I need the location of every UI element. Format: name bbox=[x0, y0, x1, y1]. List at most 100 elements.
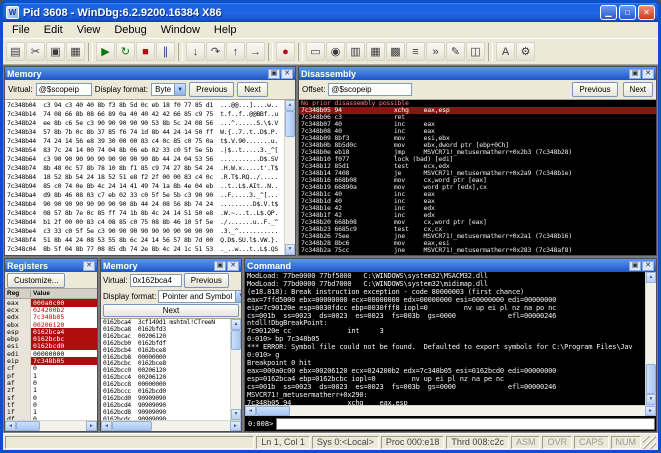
memory-window-2-titlebar[interactable]: Memory ▣ ✕ bbox=[101, 259, 241, 272]
command-window-close-button[interactable]: ✕ bbox=[642, 260, 654, 271]
run-to-cursor-icon[interactable]: → bbox=[246, 42, 265, 61]
scroll-down-icon[interactable]: ▼ bbox=[231, 409, 241, 420]
menu-item[interactable]: Help bbox=[207, 23, 244, 37]
command-window-icon[interactable]: ▭ bbox=[306, 42, 325, 61]
memory-line[interactable]: 7c348be4 c3 33 c0 5f 5e c3 90 90 90 90 9… bbox=[7, 227, 284, 236]
scrollbar-thumb[interactable] bbox=[256, 406, 290, 416]
paste-icon[interactable]: ▦ bbox=[66, 42, 85, 61]
call-stack-window-icon[interactable]: ≡ bbox=[406, 42, 425, 61]
copy-icon[interactable]: ▣ bbox=[46, 42, 65, 61]
command-window-dock-button[interactable]: ▣ bbox=[629, 260, 641, 271]
next-button[interactable]: Next bbox=[622, 82, 653, 97]
scroll-left-icon[interactable]: ◄ bbox=[5, 421, 16, 431]
watch-window-icon[interactable]: ◉ bbox=[326, 42, 345, 61]
memory-line[interactable]: 7c348b44 74 24 14 56 e8 39 30 00 00 83 c… bbox=[7, 137, 284, 146]
memory-line[interactable]: 7c348b24 ee 8b c6 5e c3 90 90 90 90 90 5… bbox=[7, 119, 284, 128]
virtual-address-input[interactable] bbox=[35, 83, 92, 96]
scroll-up-icon[interactable]: ▲ bbox=[646, 272, 656, 283]
options-icon[interactable]: ⚙ bbox=[516, 42, 535, 61]
stop-debugging-icon[interactable]: ■ bbox=[136, 42, 155, 61]
disassembly-line[interactable]: 7c348b2a 75cc jne MSVCR71!_metusermather… bbox=[299, 247, 656, 254]
menu-item[interactable]: File bbox=[5, 23, 37, 37]
minimize-button[interactable]: ▁ bbox=[600, 5, 617, 20]
customize-button[interactable]: Customize... bbox=[7, 272, 66, 288]
open-source-file-icon[interactable]: ▤ bbox=[6, 42, 25, 61]
memory-line[interactable]: 7c348c04 8b 5f 04 8b 77 08 85 db 74 2e 8… bbox=[7, 245, 284, 254]
command-input[interactable] bbox=[276, 417, 655, 430]
restart-icon[interactable]: ↻ bbox=[116, 42, 135, 61]
menu-item[interactable]: Edit bbox=[37, 23, 70, 37]
scrollbar-thumb[interactable] bbox=[646, 364, 656, 394]
go-icon[interactable]: ▶ bbox=[96, 42, 115, 61]
memory-line[interactable]: 7c348b14 74 08 66 8b 08 66 89 0a 40 40 4… bbox=[7, 110, 284, 119]
memory-line[interactable]: 7c348b74 8b 48 0c 57 8b 78 10 8b f1 85 c… bbox=[7, 164, 284, 173]
font-icon[interactable]: A bbox=[496, 42, 515, 61]
menu-item[interactable]: Debug bbox=[107, 23, 153, 37]
horizontal-scrollbar[interactable]: ◄ ► bbox=[245, 405, 656, 416]
cut-icon[interactable]: ✂ bbox=[26, 42, 45, 61]
next-button[interactable]: Next bbox=[103, 304, 239, 317]
memory-window-1-dock-button[interactable]: ▣ bbox=[268, 68, 280, 79]
memory-line[interactable]: 7c348b54 83 7c 24 14 00 74 04 8b 06 eb 0… bbox=[7, 146, 284, 155]
menu-item[interactable]: View bbox=[70, 23, 108, 37]
resize-grip[interactable] bbox=[643, 435, 656, 449]
memory-line[interactable]: 7c348b04 c3 94 c3 40 40 8b f3 8b 5d 0c e… bbox=[7, 101, 284, 110]
command-window-titlebar[interactable]: Command ▣ ✕ bbox=[245, 259, 656, 272]
memory-line[interactable]: 7c348bb4 90 90 90 90 90 90 90 90 8b 44 2… bbox=[7, 200, 284, 209]
registers-window-icon[interactable]: ▦ bbox=[366, 42, 385, 61]
previous-button[interactable]: Previous bbox=[189, 82, 235, 97]
previous-button[interactable]: Previous bbox=[183, 272, 229, 288]
next-button[interactable]: Next bbox=[237, 82, 268, 97]
step-over-icon[interactable]: ↷ bbox=[206, 42, 225, 61]
scratch-pad-icon[interactable]: ✎ bbox=[446, 42, 465, 61]
disassembly-window-icon[interactable]: » bbox=[426, 42, 445, 61]
processes-window-icon[interactable]: ◫ bbox=[466, 42, 485, 61]
scroll-up-icon[interactable]: ▲ bbox=[231, 319, 241, 330]
disassembly-window-close-button[interactable]: ✕ bbox=[642, 68, 654, 79]
scroll-right-icon[interactable]: ► bbox=[645, 406, 656, 416]
horizontal-scrollbar[interactable]: ◄ ► bbox=[101, 420, 241, 431]
scrollbar-thumb[interactable] bbox=[16, 421, 40, 431]
memory-line[interactable]: 7c348bf4 51 8b 44 24 08 53 55 8b 6c 24 1… bbox=[7, 236, 284, 245]
previous-button[interactable]: Previous bbox=[572, 82, 618, 97]
scroll-down-icon[interactable]: ▼ bbox=[285, 244, 295, 255]
insert-breakpoint-icon[interactable]: ● bbox=[276, 42, 295, 61]
registers-window-close-button[interactable]: ✕ bbox=[83, 260, 95, 271]
scrollbar-thumb[interactable] bbox=[112, 421, 152, 431]
maximize-button[interactable]: □ bbox=[619, 5, 636, 20]
memory-line[interactable]: 7c348b84 18 52 8b 54 24 18 52 51 e8 f2 2… bbox=[7, 173, 284, 182]
registers-window-titlebar[interactable]: Registers ✕ bbox=[5, 259, 97, 272]
titlebar[interactable]: W Pid 3608 - WinDbg:6.2.9200.16384 X86 ▁… bbox=[3, 3, 658, 22]
vertical-scrollbar[interactable]: ▲ ▼ bbox=[230, 319, 241, 420]
menu-item[interactable]: Window bbox=[154, 23, 207, 37]
memory-window-2-dock-button[interactable]: ▣ bbox=[214, 260, 226, 271]
display-format-select[interactable]: Pointer and Symbol ▼ bbox=[158, 289, 241, 303]
locals-window-icon[interactable]: ▥ bbox=[346, 42, 365, 61]
virtual-address-input[interactable] bbox=[129, 273, 182, 287]
close-button[interactable]: ✕ bbox=[638, 5, 655, 20]
scroll-left-icon[interactable]: ◄ bbox=[245, 406, 256, 416]
display-format-select[interactable]: Byte ▼ bbox=[151, 83, 187, 96]
scroll-right-icon[interactable]: ► bbox=[86, 421, 97, 431]
memory-line[interactable]: 7c348b34 57 8b 7b 0c 8b 37 85 f6 74 1d 8… bbox=[7, 128, 284, 137]
scrollbar-thumb[interactable] bbox=[231, 330, 241, 350]
disassembly-window-titlebar[interactable]: Disassembly ▣ ✕ bbox=[299, 67, 656, 80]
break-icon[interactable]: ∥ bbox=[156, 42, 175, 61]
scroll-left-icon[interactable]: ◄ bbox=[101, 421, 112, 431]
scroll-down-icon[interactable]: ▼ bbox=[646, 394, 656, 405]
step-out-icon[interactable]: ↑ bbox=[226, 42, 245, 61]
memory-line[interactable]: 7c348bc4 08 57 8b 7e 0c 85 ff 74 1b 8b 4… bbox=[7, 209, 284, 218]
memory-line[interactable]: 7c348b94 85 c0 74 0e 8b 4c 24 14 41 49 7… bbox=[7, 182, 284, 191]
memory-window-2-close-button[interactable]: ✕ bbox=[227, 260, 239, 271]
offset-input[interactable] bbox=[328, 83, 413, 96]
scroll-up-icon[interactable]: ▲ bbox=[285, 100, 295, 111]
scroll-right-icon[interactable]: ► bbox=[230, 421, 241, 431]
disassembly-window-dock-button[interactable]: ▣ bbox=[629, 68, 641, 79]
vertical-scrollbar[interactable]: ▲ ▼ bbox=[284, 100, 295, 255]
memory-line[interactable]: 7c348b64 c3 90 90 90 90 90 90 90 90 90 8… bbox=[7, 155, 284, 164]
memory-line[interactable]: 7c348ba4 d9 8b 46 08 03 c7 eb 02 33 c0 5… bbox=[7, 191, 284, 200]
memory-window-1-titlebar[interactable]: Memory ▣ ✕ bbox=[5, 67, 295, 80]
memory-window-1-close-button[interactable]: ✕ bbox=[281, 68, 293, 79]
step-into-icon[interactable]: ↓ bbox=[186, 42, 205, 61]
memory-window-icon[interactable]: ▩ bbox=[386, 42, 405, 61]
